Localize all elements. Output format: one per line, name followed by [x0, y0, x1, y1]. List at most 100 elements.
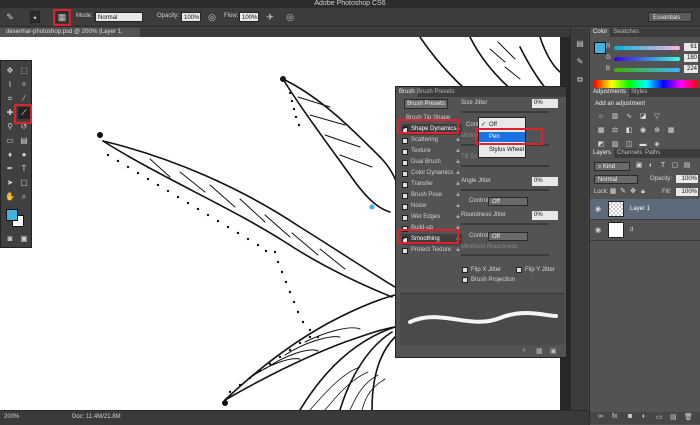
checkbox[interactable]	[402, 171, 408, 177]
brush-option-noise[interactable]: Noise 🔒︎	[402, 201, 462, 212]
pressure-size-icon[interactable]: ◎	[284, 11, 296, 23]
gradient-tool-icon[interactable]: ▤	[18, 135, 30, 147]
brush-option-protect-texture[interactable]: Protect Texture 🔒︎	[402, 245, 462, 256]
eraser-tool-icon[interactable]: ▭	[4, 135, 16, 147]
checkbox[interactable]	[402, 204, 408, 210]
visibility-eye-icon[interactable]: ◉	[595, 205, 601, 213]
filter-type-icon[interactable]: T	[658, 161, 668, 171]
exposure-icon[interactable]: ◪	[638, 112, 648, 122]
brush-panel-icon[interactable]: ✎	[574, 56, 586, 68]
black-white-icon[interactable]: ◧	[624, 126, 634, 136]
brightness-contrast-icon[interactable]: ☼	[596, 112, 606, 122]
tab-adjustments[interactable]: Adjustments	[590, 88, 630, 97]
lock-all-icon[interactable]: 🔒︎	[638, 187, 648, 197]
vibrance-icon[interactable]: ▽	[652, 112, 662, 122]
move-tool-icon[interactable]: ✥	[4, 65, 16, 77]
color-lookup-icon[interactable]: ▦	[666, 126, 676, 136]
path-select-tool-icon[interactable]: ➤	[4, 177, 16, 189]
green-value[interactable]: 180	[684, 54, 698, 62]
document-tab[interactable]: desenhar-photoshop.psd @ 200% (Layer 1, …	[0, 28, 140, 44]
tab-color[interactable]: Color	[590, 28, 611, 37]
fill-value[interactable]: 100%	[676, 188, 698, 196]
color-panel-foreground[interactable]	[594, 42, 606, 54]
workspace-switcher[interactable]: Essentials	[648, 12, 692, 22]
menu-item-stylus-wheel[interactable]: Stylus Wheel	[479, 145, 525, 155]
photo-filter-icon[interactable]: ◉	[638, 126, 648, 136]
new-group-icon[interactable]: ▭	[656, 413, 663, 421]
new-adjustment-icon[interactable]: ◐	[642, 413, 646, 420]
brush-option-brush-pose[interactable]: Brush Pose 🔒︎	[402, 190, 462, 201]
blue-slider[interactable]	[614, 68, 680, 72]
brush-option-scattering[interactable]: Scattering 🔒︎	[402, 135, 462, 146]
pressure-opacity-icon[interactable]: ◎	[206, 11, 218, 23]
green-slider[interactable]	[614, 57, 680, 61]
checkbox[interactable]	[402, 138, 408, 144]
layer-opacity-value[interactable]: 100%	[676, 175, 698, 183]
foreground-color-swatch-front[interactable]	[6, 209, 18, 221]
red-slider[interactable]	[614, 46, 680, 50]
layer-style-icon[interactable]: fx	[612, 413, 617, 420]
checkbox[interactable]	[402, 215, 408, 221]
curves-icon[interactable]: ∿	[624, 112, 634, 122]
layer-name[interactable]: d	[630, 227, 633, 233]
lock-icon[interactable]: 🔒︎	[454, 202, 462, 210]
filter-smart-object-icon[interactable]: ▤	[682, 161, 692, 171]
type-tool-icon[interactable]: T	[18, 163, 30, 175]
grid-view-icon[interactable]: ▦	[536, 347, 543, 355]
checkbox[interactable]	[402, 182, 408, 188]
quick-select-tool-icon[interactable]: ✧	[18, 79, 30, 91]
filter-pixel-icon[interactable]: ▣	[634, 161, 644, 171]
tilt-scale-slider[interactable]	[461, 165, 549, 167]
lock-position-icon[interactable]: ✥	[628, 187, 638, 197]
tab-paths[interactable]: Paths	[642, 149, 663, 158]
tab-brush-presets[interactable]: Brush Presets	[414, 87, 458, 97]
dodge-tool-icon[interactable]: ●	[18, 149, 30, 161]
brush-preset-icon[interactable]: •	[30, 11, 40, 23]
layer-row-layer-1[interactable]: ◉ Layer 1	[590, 199, 700, 220]
color-balance-icon[interactable]: ⚖	[610, 126, 620, 136]
brush-option-wet-edges[interactable]: Wet Edges 🔒︎	[402, 212, 462, 223]
blur-tool-icon[interactable]: ♦	[4, 149, 16, 161]
shape-tool-icon[interactable]: ▢	[18, 177, 30, 189]
zoom-tool-icon[interactable]: ⌕	[18, 191, 30, 203]
lock-icon[interactable]: 🔒︎	[454, 169, 462, 177]
brush-projection-checkbox[interactable]	[462, 277, 468, 283]
roundness-jitter-slider[interactable]	[461, 223, 549, 225]
clone-source-panel-icon[interactable]: ⧉	[574, 74, 586, 86]
brush-option-color-dynamics[interactable]: Color Dynamics 🔒︎	[402, 168, 462, 179]
toggle-live-tip-icon[interactable]: ⌕	[522, 347, 526, 355]
delete-layer-icon[interactable]: 🗑︎	[684, 413, 693, 421]
checkbox[interactable]	[402, 193, 408, 199]
mode-select[interactable]: Normal	[95, 12, 143, 22]
channel-mixer-icon[interactable]: ⊕	[652, 126, 662, 136]
add-mask-icon[interactable]: ◙	[628, 413, 632, 420]
quick-mask-icon[interactable]: ◙	[4, 233, 16, 245]
brush-option-texture[interactable]: Texture 🔒︎	[402, 146, 462, 157]
lasso-tool-icon[interactable]: ⌇	[4, 79, 16, 91]
levels-icon[interactable]: ▥	[610, 112, 620, 122]
flip-x-checkbox[interactable]	[462, 267, 468, 273]
checkbox[interactable]	[402, 149, 408, 155]
blend-mode-select[interactable]: Normal	[594, 175, 638, 184]
lock-icon[interactable]: 🔒︎	[454, 191, 462, 199]
hue-saturation-icon[interactable]: ▦	[596, 126, 606, 136]
angle-jitter-value[interactable]: 0%	[532, 177, 558, 186]
visibility-eye-icon[interactable]: ◉	[595, 226, 601, 234]
filter-shape-icon[interactable]: ▢	[670, 161, 680, 171]
flow-field[interactable]: 100%	[239, 12, 259, 22]
roundness-jitter-value[interactable]: 0%	[532, 211, 558, 220]
lock-image-icon[interactable]: ✎	[618, 187, 628, 197]
tab-layers[interactable]: Layers	[590, 149, 615, 158]
brush-presets-button[interactable]: Brush Presets	[404, 99, 448, 109]
brush-option-dual-brush[interactable]: Dual Brush 🔒︎	[402, 157, 462, 168]
size-jitter-value[interactable]: 0%	[532, 99, 558, 108]
roundness-control-select[interactable]: Off	[488, 232, 528, 241]
size-jitter-slider[interactable]	[461, 111, 549, 113]
minimum-roundness-slider[interactable]	[461, 254, 549, 256]
brush-tool-icon[interactable]: ✎	[4, 11, 16, 23]
checkbox[interactable]	[402, 160, 408, 166]
history-panel-icon[interactable]: ▤	[574, 38, 586, 50]
flip-y-checkbox[interactable]	[516, 267, 522, 273]
layer-filter-kind[interactable]: ⌕ Kind	[594, 162, 630, 171]
lock-transparent-icon[interactable]: ▦	[608, 187, 618, 197]
